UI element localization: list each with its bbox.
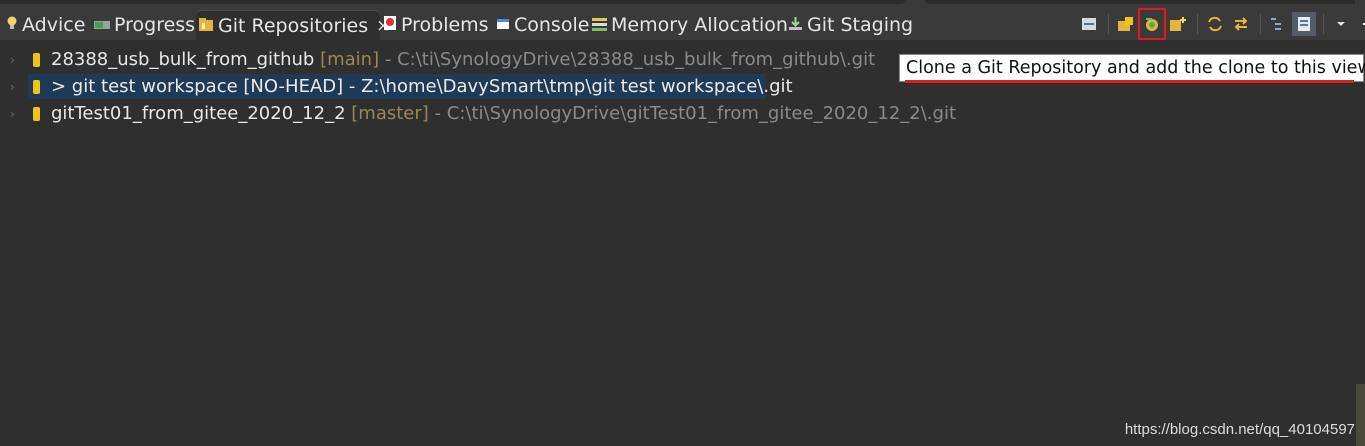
tab-label: Memory Allocation	[611, 14, 788, 36]
expand-chevron-icon[interactable]: ›	[10, 80, 15, 94]
tab-label: Problems	[401, 14, 489, 36]
toolbar-separator	[1108, 14, 1109, 34]
tab-label: Progress	[114, 14, 196, 36]
repository-icon	[33, 79, 40, 94]
tab-progress[interactable]: Progress	[94, 10, 195, 40]
repository-name: > git test workspace [NO-HEAD] - Z:\home…	[51, 76, 793, 97]
tab-label: Git Staging	[807, 14, 914, 36]
tab-label: Advice	[22, 14, 86, 36]
repository-branch: [master]	[351, 103, 429, 124]
repository-branch: [main]	[320, 49, 380, 70]
refresh-icon[interactable]	[1203, 12, 1227, 36]
toolbar-separator	[1197, 14, 1198, 34]
editor-area-edge	[0, 0, 905, 4]
repository-name: gitTest01_from_gitee_2020_12_2	[51, 103, 346, 124]
tooltip: Clone a Git Repository and add the clone…	[899, 54, 1365, 82]
repository-name: 28388_usb_bulk_from_github	[51, 49, 315, 70]
tab-memory-allocation[interactable]: Memory Allocation	[592, 10, 788, 40]
git-repositories-icon	[198, 15, 214, 37]
repository-row[interactable]: › gitTest01_from_gitee_2020_12_2 [master…	[0, 100, 1365, 127]
toolbar-separator	[1323, 14, 1324, 34]
create-repository-icon[interactable]	[1166, 12, 1190, 36]
git-staging-icon	[788, 14, 803, 36]
expand-chevron-icon[interactable]: ›	[10, 107, 15, 121]
clone-repository-icon[interactable]	[1138, 8, 1166, 40]
expand-chevron-icon[interactable]: ›	[10, 53, 15, 67]
progress-icon	[94, 14, 110, 36]
tab-label: Git Repositories	[218, 15, 369, 37]
memory-allocation-icon	[592, 14, 607, 36]
repository-icon	[33, 106, 40, 121]
tab-label: Console	[514, 14, 590, 36]
view-tab-bar: Advice Progress Git Repositories × Probl…	[0, 6, 1365, 41]
repository-icon	[33, 52, 40, 67]
repository-label: 28388_usb_bulk_from_github [main] - C:\t…	[51, 49, 875, 70]
editor-area-edge	[925, 0, 1355, 4]
repository-path: - C:\ti\SynologyDrive\gitTest01_from_git…	[434, 103, 957, 124]
scrollbar[interactable]	[1356, 384, 1365, 446]
hierarchical-view-icon[interactable]	[1266, 12, 1290, 36]
toggle-view-icon[interactable]	[1292, 12, 1316, 36]
console-icon	[496, 14, 510, 36]
tab-git-repositories[interactable]: Git Repositories ×	[196, 10, 390, 41]
tab-problems[interactable]: Problems	[383, 10, 489, 40]
tab-advice[interactable]: Advice	[6, 10, 85, 40]
tab-console[interactable]: Console	[496, 10, 589, 40]
problems-icon	[383, 14, 397, 36]
add-existing-repository-icon[interactable]	[1114, 12, 1138, 36]
repository-label: gitTest01_from_gitee_2020_12_2 [master] …	[51, 103, 956, 124]
annotation-underline	[905, 80, 1354, 83]
watermark: https://blog.csdn.net/qq_40104597	[1124, 421, 1355, 438]
tab-git-staging[interactable]: Git Staging	[788, 10, 913, 40]
link-with-selection-icon[interactable]	[1229, 12, 1253, 36]
tooltip-text: Clone a Git Repository and add the clone…	[906, 58, 1365, 78]
toolbar-separator	[1260, 14, 1261, 34]
view-toolbar	[1077, 8, 1365, 40]
view-menu-icon[interactable]	[1329, 12, 1353, 36]
repository-path: - C:\ti\SynologyDrive\28388_usb_bulk_fro…	[384, 49, 876, 70]
collapse-all-icon[interactable]	[1077, 12, 1101, 36]
minimize-icon[interactable]	[1355, 12, 1365, 36]
lightbulb-icon	[6, 14, 18, 36]
repository-label: > git test workspace [NO-HEAD] - Z:\home…	[51, 76, 793, 97]
